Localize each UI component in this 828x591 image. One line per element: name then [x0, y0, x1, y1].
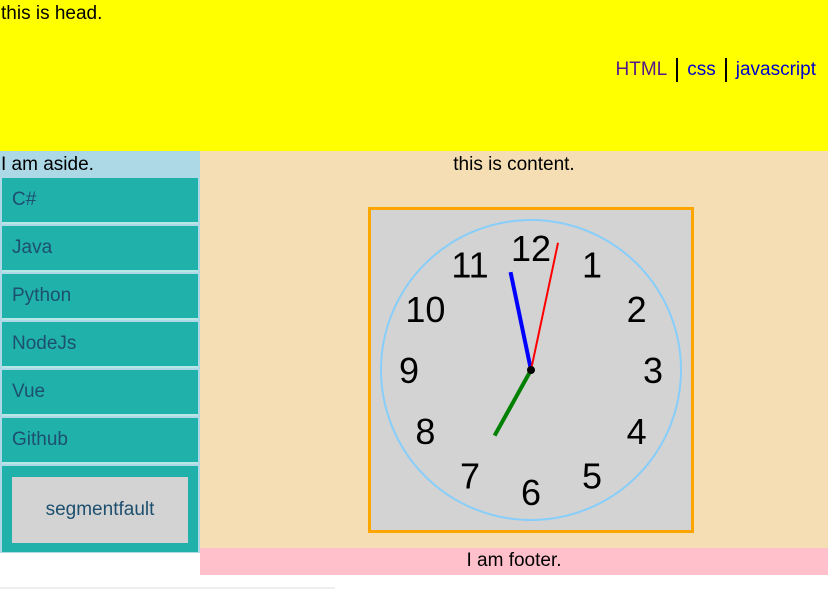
clock-center-dot: [527, 366, 535, 374]
menu-item-label: Github: [12, 429, 68, 450]
menu-item-nodejs[interactable]: NodeJs: [2, 322, 198, 368]
menu-item-java[interactable]: Java: [2, 226, 198, 272]
menu-item-label: Vue: [12, 381, 46, 402]
menu-item-github[interactable]: Github: [2, 418, 198, 464]
menu-item-csharp[interactable]: C#: [2, 178, 198, 224]
clock-number: 8: [415, 411, 435, 452]
page-header: this is head. HTML css javascript: [0, 0, 828, 151]
clock-number: 7: [460, 456, 480, 497]
segmentfault-button[interactable]: segmentfault: [12, 477, 188, 543]
nav-link-html[interactable]: HTML: [616, 59, 668, 81]
nav-separator: [676, 58, 679, 82]
aside-menu-footer: segmentfault: [2, 466, 198, 552]
menu-item-vue[interactable]: Vue: [2, 370, 198, 416]
clock-number: 1: [582, 244, 602, 285]
clock-number: 6: [521, 472, 541, 513]
nav-link-css[interactable]: css: [687, 59, 716, 81]
page-footer: I am footer.: [200, 548, 828, 575]
clock-canvas: 12 1 2 3 4 5 6 7 8 9 10 11: [368, 207, 694, 533]
menu-item-label: NodeJs: [12, 333, 77, 354]
clock-number: 12: [511, 228, 551, 269]
menu-item-label: Python: [12, 285, 72, 306]
horizontal-scrollbar[interactable]: [0, 587, 335, 589]
nav-link-javascript[interactable]: javascript: [736, 59, 816, 81]
menu-item-label: Java: [12, 237, 53, 258]
clock-number: 3: [643, 350, 663, 391]
footer-label: I am footer.: [466, 550, 562, 571]
menu-item-label: C#: [12, 189, 37, 210]
content-label: this is content.: [453, 154, 575, 175]
nav-separator: [724, 58, 727, 82]
header-title: this is head.: [1, 3, 103, 24]
clock-number: 11: [451, 244, 488, 285]
clock-number: 5: [582, 456, 602, 497]
aside-label: I am aside.: [1, 154, 94, 175]
analog-clock: 12 12 3 45678 9 1011: [380, 219, 682, 521]
clock-number: 4: [627, 411, 647, 452]
clock-number: 9: [399, 350, 419, 391]
menu-item-python[interactable]: Python: [2, 274, 198, 320]
clock-number: 10: [405, 289, 445, 330]
header-nav: HTML css javascript: [616, 58, 816, 82]
clock-number: 2: [627, 289, 647, 330]
